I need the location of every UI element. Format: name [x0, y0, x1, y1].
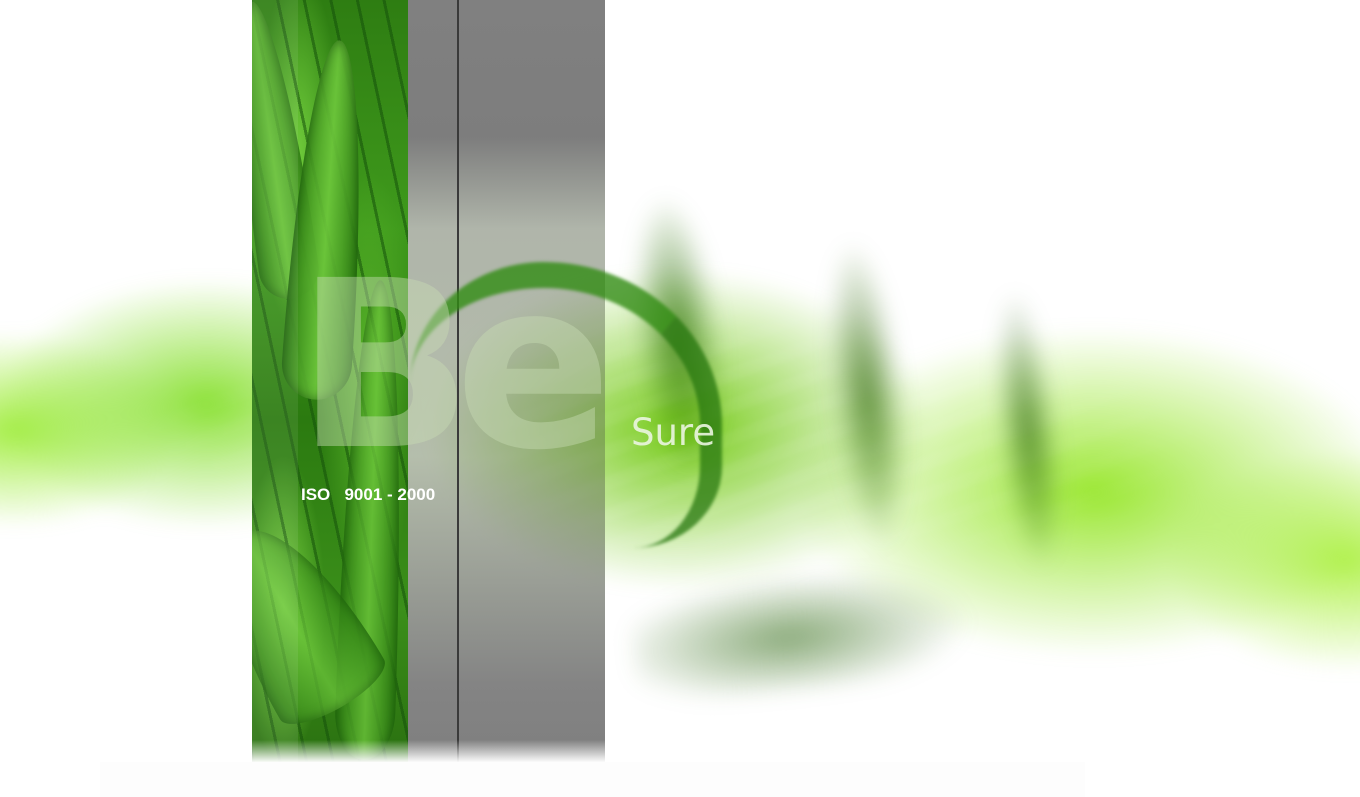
leaf-strip-highlight	[252, 0, 298, 762]
splash-screen: Be Sure ISO 9001 - 2000	[0, 0, 1360, 797]
headline-text: Be	[296, 231, 612, 501]
tagline-text: Sure	[631, 411, 716, 454]
iso-certification-text: ISO 9001 - 2000	[301, 485, 436, 504]
bottom-bar	[100, 762, 1085, 797]
